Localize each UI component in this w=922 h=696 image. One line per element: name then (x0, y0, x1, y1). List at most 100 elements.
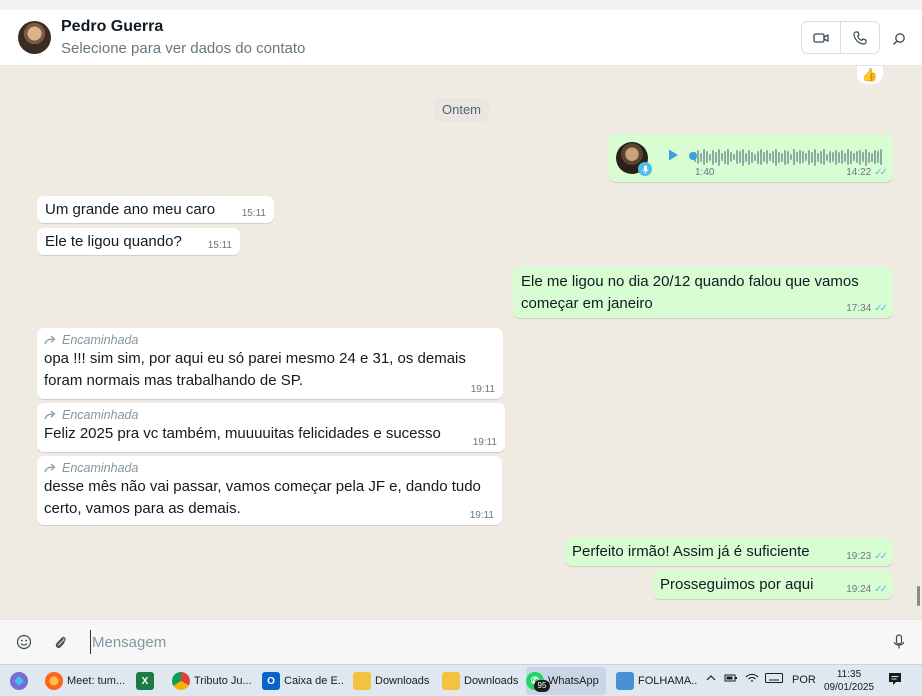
show-hidden-icons-button[interactable] (706, 673, 716, 685)
chevron-up-icon (706, 675, 716, 681)
waveform-bar (745, 152, 747, 162)
reaction-thumbs-up[interactable]: 👍 (857, 66, 883, 84)
waveform-bar (808, 149, 810, 165)
forwarded-label: Encaminhada (44, 332, 496, 348)
waveform-bar (721, 153, 723, 161)
forward-arrow-icon (44, 463, 56, 473)
waveform-bar (718, 148, 720, 166)
message-time: 19:11 (472, 437, 497, 448)
message-bubble-incoming[interactable]: Encaminhada opa !!! sim sim, por aqui eu… (37, 328, 503, 399)
notification-icon (889, 673, 901, 685)
read-ticks-icon: ✓✓ (874, 167, 888, 178)
message-text: Feliz 2025 pra vc também, muuuuitas feli… (44, 425, 441, 442)
waveform-bar (709, 153, 711, 161)
taskbar-item-downloads-2[interactable]: Downloads (442, 667, 520, 695)
chat-header[interactable]: Pedro Guerra Selecione para ver dados do… (0, 10, 922, 66)
forwarded-label: Encaminhada (44, 407, 498, 423)
waveform-bar (727, 149, 729, 165)
notifications-button[interactable] (888, 672, 902, 689)
read-ticks-icon: ✓✓ (874, 584, 888, 595)
waveform-bar (811, 151, 813, 163)
language-indicator[interactable]: POR (792, 674, 816, 686)
date-separator: Ontem (434, 98, 490, 122)
play-button[interactable] (666, 148, 680, 166)
audio-duration: 1:40 (695, 167, 715, 178)
message-bubble-outgoing[interactable]: Prosseguimos por aqui 19:24 ✓✓ (653, 571, 893, 599)
call-buttons (801, 21, 880, 54)
taskbar-item-chrome[interactable]: Tributo Ju... (172, 667, 252, 695)
emoji-button[interactable] (14, 632, 34, 652)
video-camera-icon (813, 32, 829, 43)
paperclip-icon (55, 636, 66, 649)
waveform-bar (844, 152, 846, 162)
phone-icon (853, 30, 867, 45)
taskbar-item-label: FOLHAMA... (638, 675, 698, 687)
waveform-bar (751, 151, 753, 163)
unread-badge: 95 (534, 680, 550, 692)
message-time: 19:11 (470, 384, 495, 395)
voice-record-button[interactable] (889, 632, 909, 652)
taskbar-item-excel[interactable]: X (136, 667, 162, 695)
contact-subtitle[interactable]: Selecione para ver dados do contato (61, 40, 305, 57)
taskbar-item-label: WhatsApp (548, 675, 599, 687)
folder-icon (442, 672, 460, 690)
message-text: opa !!! sim sim, por aqui eu só parei me… (44, 350, 466, 389)
message-bubble-outgoing[interactable]: Perfeito irmão! Assim já é suficiente 19… (565, 538, 893, 566)
attach-button[interactable] (50, 632, 70, 652)
voice-call-button[interactable] (841, 22, 880, 53)
message-input[interactable] (90, 630, 870, 654)
message-text: Ele te ligou quando? (45, 233, 182, 250)
wifi-icon[interactable] (745, 673, 759, 686)
waveform-bar (823, 149, 825, 165)
waveform-bar (715, 151, 717, 163)
waveform-bar (763, 152, 765, 162)
forward-arrow-icon (44, 410, 56, 420)
waveform-bar (805, 153, 807, 161)
waveform-bar (730, 152, 732, 162)
taskbar-item-folhama[interactable]: FOLHAMA... (616, 667, 698, 695)
taskbar-item-downloads-1[interactable]: Downloads (353, 667, 433, 695)
message-text: Ele me ligou no dia 20/12 quando falou q… (521, 273, 859, 312)
waveform-bar (847, 149, 849, 165)
chrome-icon (172, 672, 190, 690)
waveform-bar (862, 152, 864, 162)
message-bubble-incoming[interactable]: Ele te ligou quando? 15:11 (37, 228, 240, 255)
message-text: Um grande ano meu caro (45, 201, 216, 218)
contact-name[interactable]: Pedro Guerra (61, 18, 163, 36)
microphone-icon (638, 162, 652, 176)
taskbar-item-label: Tributo Ju... (194, 675, 252, 687)
audio-scrubber[interactable] (689, 152, 697, 160)
taskbar-item-outlook[interactable]: O Caixa de E... (262, 667, 344, 695)
scrollbar-thumb[interactable] (917, 586, 920, 606)
message-bubble-incoming[interactable]: Um grande ano meu caro 15:11 (37, 196, 274, 223)
battery-icon[interactable] (724, 673, 738, 686)
waveform-bar (703, 149, 705, 165)
audio-waveform[interactable] (691, 148, 885, 166)
system-clock[interactable]: 11:35 09/01/2025 (820, 668, 878, 694)
message-time: 15:11 (241, 208, 266, 219)
microphone-icon (893, 634, 905, 649)
message-list[interactable]: 👍 Ontem 1:40 14:22 ✓✓ Um grande ano meu c… (0, 66, 922, 619)
message-bubble-incoming[interactable]: Encaminhada Feliz 2025 pra vc também, mu… (37, 403, 505, 452)
taskbar-item-firefox[interactable]: Meet: tum... (45, 667, 127, 695)
start-button[interactable] (8, 667, 36, 695)
waveform-bar (799, 150, 801, 164)
taskbar-item-label: Downloads (464, 675, 519, 687)
outlook-icon: O (262, 672, 280, 690)
waveform-bar (865, 148, 867, 166)
waveform-bar (796, 152, 798, 162)
play-icon (669, 149, 678, 161)
message-bubble-outgoing[interactable]: Ele me ligou no dia 20/12 quando falou q… (513, 267, 893, 318)
taskbar-item-label: Meet: tum... (67, 675, 126, 687)
keyboard-icon[interactable] (765, 673, 783, 686)
search-button[interactable] (888, 28, 910, 50)
document-app-icon (616, 672, 634, 690)
waveform-bar (757, 150, 759, 164)
contact-avatar[interactable] (18, 21, 51, 54)
video-call-button[interactable] (802, 22, 841, 53)
waveform-bar (877, 151, 879, 163)
voice-message[interactable]: 1:40 14:22 ✓✓ (609, 134, 893, 182)
waveform-bar (802, 151, 804, 163)
read-ticks-icon: ✓✓ (874, 303, 888, 314)
message-bubble-incoming[interactable]: Encaminhada desse mês não vai passar, va… (37, 456, 502, 525)
